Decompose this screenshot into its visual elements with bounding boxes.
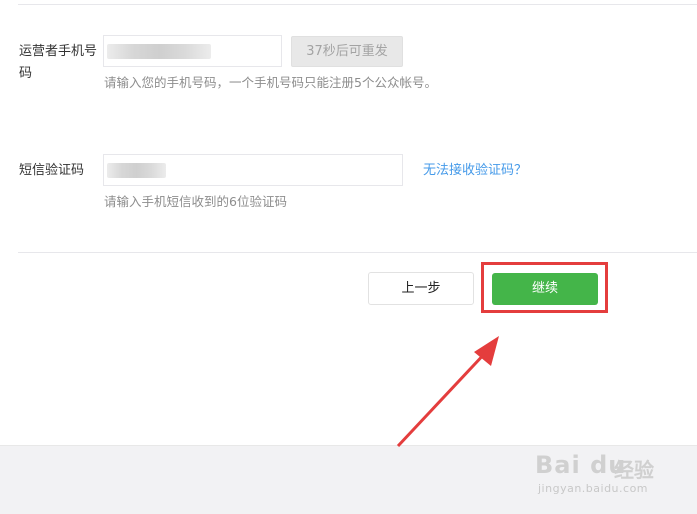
sms-code-hint: 请输入手机短信收到的6位验证码 bbox=[104, 194, 287, 209]
previous-step-button[interactable]: 上一步 bbox=[368, 272, 474, 305]
cannot-receive-code-link[interactable]: 无法接收验证码？ bbox=[423, 160, 527, 182]
phone-label: 运营者手机号码 bbox=[19, 44, 98, 81]
watermark-url: jingyan.baidu.com bbox=[538, 482, 649, 495]
sms-code-input[interactable] bbox=[103, 154, 403, 186]
watermark-logo-suffix: 经验 bbox=[614, 458, 654, 482]
sms-code-label: 短信验证码 bbox=[19, 163, 85, 178]
resend-code-button[interactable]: 37秒后可重发 bbox=[291, 36, 403, 67]
top-divider bbox=[18, 4, 697, 5]
blurred-sms-value bbox=[107, 163, 166, 178]
phone-hint: 请输入您的手机号码，一个手机号码只能注册5个公众帐号。 bbox=[104, 75, 437, 90]
continue-button[interactable]: 继续 bbox=[492, 273, 598, 305]
watermark-logo: Bai du bbox=[535, 451, 627, 479]
form-divider bbox=[18, 252, 697, 253]
blurred-phone-value bbox=[107, 44, 211, 59]
watermark: Bai du 经验 jingyan.baidu.com bbox=[535, 444, 685, 499]
phone-input[interactable] bbox=[103, 35, 282, 67]
